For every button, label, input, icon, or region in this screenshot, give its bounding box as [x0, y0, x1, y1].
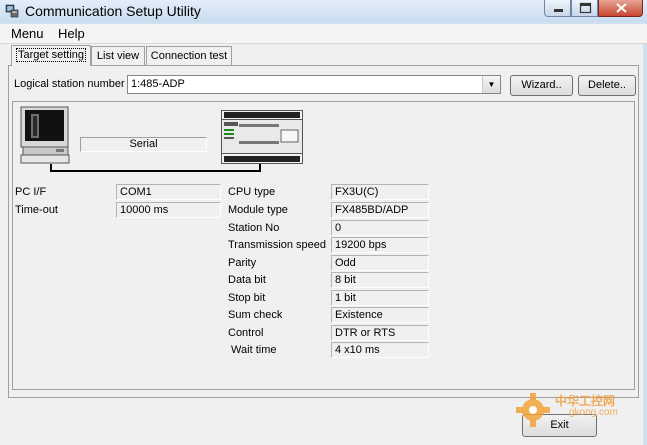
- cpu-type-label: CPU type: [228, 186, 276, 198]
- tab-list-view[interactable]: List view: [91, 46, 145, 65]
- logical-station-value: 1:485-ADP: [131, 78, 185, 90]
- maximize-button[interactable]: [571, 0, 598, 17]
- logical-station-label: Logical station number: [14, 78, 125, 90]
- parity-value: Odd: [331, 255, 429, 271]
- timeout-value: 10000 ms: [116, 202, 221, 218]
- control-value: DTR or RTS: [331, 325, 429, 341]
- sum-check-value: Existence: [331, 307, 429, 323]
- watermark-logo: 中华工控网 gkong.com: [513, 390, 633, 430]
- close-button[interactable]: [598, 0, 643, 17]
- module-type-value: FX485BD/ADP: [331, 202, 429, 218]
- parity-label: Parity: [228, 257, 257, 269]
- timeout-label: Time-out: [15, 204, 58, 216]
- serial-cable: [50, 170, 261, 172]
- menu-item-menu[interactable]: Menu: [11, 26, 44, 42]
- close-icon: [616, 3, 627, 13]
- stop-bit-value: 1 bit: [331, 290, 429, 306]
- maximize-icon: [579, 2, 592, 14]
- app-icon: [5, 4, 19, 18]
- delete-button[interactable]: Delete..: [578, 75, 636, 96]
- pc-if-value: COM1: [116, 184, 221, 200]
- data-bit-value: 8 bit: [331, 272, 429, 288]
- tab-target-setting[interactable]: Target setting: [11, 45, 91, 66]
- gear-icon: [516, 393, 550, 427]
- module-type-label: Module type: [228, 204, 288, 216]
- cable-pc-drop: [50, 164, 52, 172]
- stop-bit-label: Stop bit: [228, 292, 266, 304]
- cpu-type-value: FX3U(C): [331, 184, 429, 200]
- logical-station-select[interactable]: 1:485-ADP ▼: [127, 75, 501, 94]
- window-frame: [643, 22, 647, 445]
- tab-panel-edge: [8, 65, 639, 66]
- window-title: Communication Setup Utility: [25, 3, 201, 19]
- pc-if-label: PC I/F: [15, 186, 47, 198]
- minimize-icon: [554, 9, 563, 12]
- menu-item-help[interactable]: Help: [58, 26, 85, 42]
- tab-connection-test[interactable]: Connection test: [146, 46, 232, 65]
- data-bit-label: Data bit: [228, 274, 266, 286]
- wait-time-value: 4 x10 ms: [331, 342, 429, 358]
- transmission-speed-value: 19200 bps: [331, 237, 429, 253]
- computer-icon[interactable]: [20, 106, 70, 164]
- wait-time-label: Wait time: [228, 344, 277, 356]
- menu-bar: Menu Help: [0, 24, 647, 44]
- watermark-site: gkong.com: [569, 407, 618, 418]
- control-label: Control: [228, 327, 264, 339]
- serial-link-label: Serial: [80, 137, 207, 152]
- chevron-down-icon[interactable]: ▼: [482, 76, 500, 93]
- tab-label: Target setting: [15, 48, 87, 62]
- cable-plc-drop: [259, 164, 261, 172]
- station-no-value: 0: [331, 220, 429, 236]
- wizard-button[interactable]: Wizard..: [510, 75, 573, 96]
- minimize-button[interactable]: [544, 0, 571, 17]
- transmission-speed-label: Transmission speed: [228, 239, 327, 251]
- plc-icon[interactable]: [221, 110, 303, 164]
- station-no-label: Station No: [228, 222, 280, 234]
- sum-check-label: Sum check: [228, 309, 283, 321]
